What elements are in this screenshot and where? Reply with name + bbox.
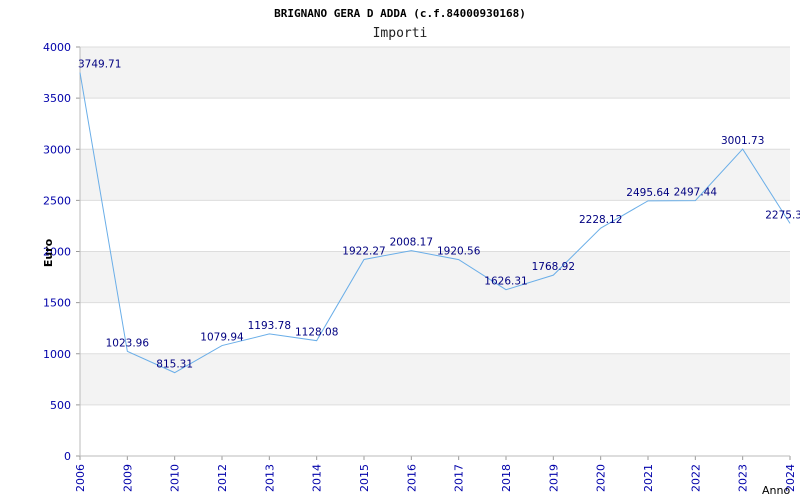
data-label: 815.31 — [156, 359, 193, 371]
data-label: 1922.27 — [342, 245, 385, 257]
data-label: 1768.92 — [532, 261, 575, 273]
x-tick-label: 2020 — [595, 464, 608, 492]
chart-subtitle: Importi — [373, 26, 428, 41]
grid-band — [80, 251, 790, 303]
x-tick-label: 2006 — [74, 464, 87, 492]
x-tick-label: 2015 — [358, 464, 371, 492]
x-tick-label: 2012 — [216, 464, 229, 492]
data-label: 1920.56 — [437, 246, 481, 258]
x-tick-label: 2010 — [169, 464, 182, 492]
x-tick-label: 2023 — [737, 464, 750, 492]
data-label: 2228.12 — [579, 214, 622, 226]
x-axis-ticks: 2006 2009 2010 2012 2013 2014 2015 2016 2017 2018… — [74, 456, 797, 492]
data-label: 1128.08 — [295, 327, 338, 339]
data-label: 2497.44 — [674, 187, 718, 199]
grid-bands — [80, 46, 790, 457]
y-tick-label: 3000 — [43, 143, 71, 156]
chart-title: BRIGNANO GERA D ADDA (c.f.84000930168) — [274, 7, 526, 20]
line-chart: BRIGNANO GERA D ADDA (c.f.84000930168) I… — [42, 7, 800, 497]
y-tick-label: 2500 — [43, 194, 71, 207]
y-tick-label: 3500 — [43, 92, 71, 105]
x-tick-label: 2017 — [453, 464, 466, 492]
y-tick-label: 1500 — [43, 297, 71, 310]
data-label: 2275.3 — [765, 209, 800, 221]
data-label: 3001.73 — [721, 135, 764, 147]
x-tick-label: 2018 — [500, 464, 513, 492]
x-tick-label: 2019 — [547, 464, 560, 492]
data-label: 1023.96 — [106, 337, 150, 349]
data-label: 2008.17 — [390, 237, 433, 249]
y-tick-label: 4000 — [43, 41, 71, 54]
x-tick-label: 2014 — [311, 464, 324, 492]
x-tick-label: 2009 — [121, 464, 134, 492]
data-label: 1193.78 — [248, 320, 291, 332]
y-tick-label: 1000 — [43, 348, 71, 361]
x-axis-label: Anno — [762, 484, 790, 497]
y-axis-label: Euro — [42, 238, 55, 267]
data-label: 1079.94 — [200, 332, 244, 344]
y-tick-label: 500 — [50, 399, 71, 412]
data-label: 2495.64 — [626, 187, 670, 199]
y-tick-label: 0 — [64, 450, 71, 463]
x-tick-label: 2016 — [405, 464, 418, 492]
x-tick-label: 2021 — [642, 464, 655, 492]
series-line — [79, 72, 791, 374]
data-label: 1626.31 — [484, 276, 527, 288]
grid-band — [80, 47, 790, 99]
data-labels: 3749.71 1023.96 815.31 1079.94 1193.78 1128.0… — [78, 59, 800, 371]
x-tick-label: 2013 — [263, 464, 276, 492]
data-label: 3749.71 — [78, 59, 121, 71]
x-tick-label: 2022 — [689, 464, 702, 492]
